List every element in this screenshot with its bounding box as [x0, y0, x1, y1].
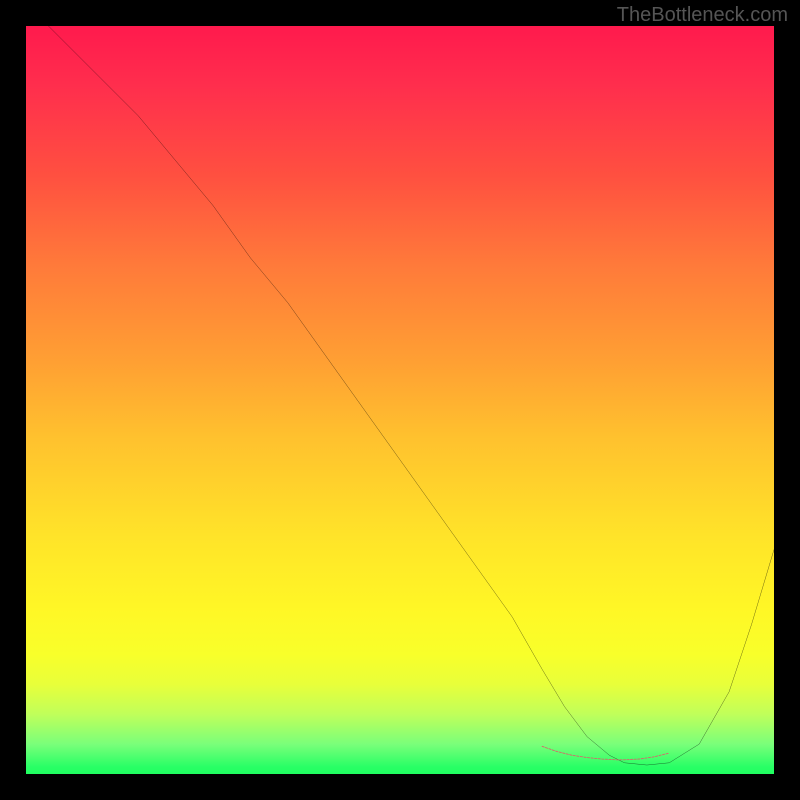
watermark-text: TheBottleneck.com: [617, 4, 788, 27]
bottleneck-curve: [48, 26, 774, 765]
chart-svg: [26, 26, 774, 774]
highlight-segment: [542, 746, 669, 759]
plot-area: [26, 26, 774, 774]
